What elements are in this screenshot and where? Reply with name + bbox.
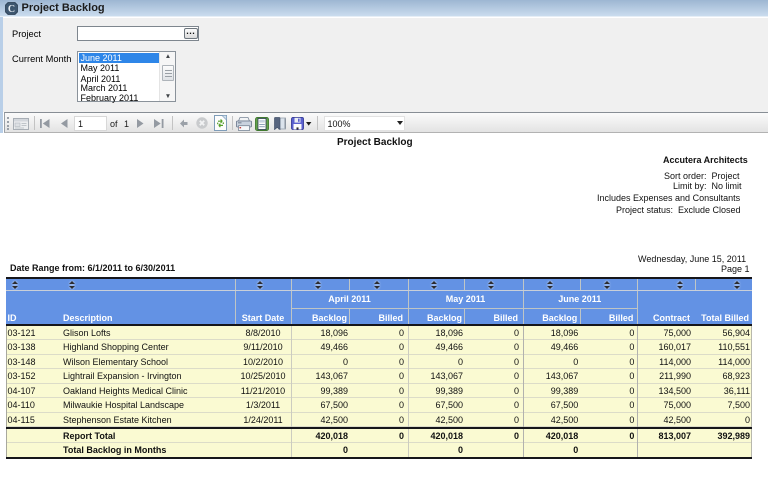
svg-text:C: C (8, 4, 15, 15)
